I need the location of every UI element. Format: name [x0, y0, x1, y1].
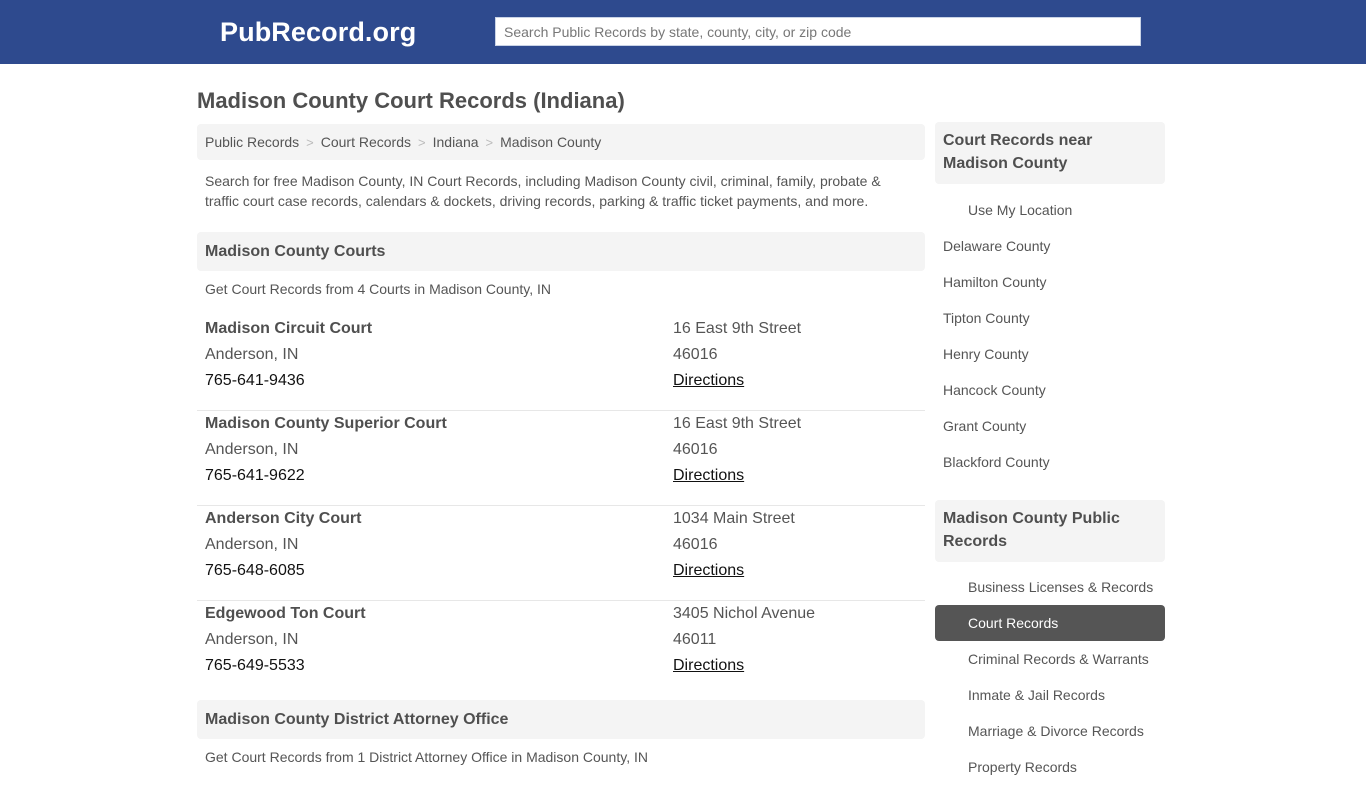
court-listing: Edgewood Ton Court Anderson, IN 765-649-… — [197, 601, 925, 696]
nearby-county-link[interactable]: Grant County — [935, 408, 1165, 444]
directions-link[interactable]: Directions — [673, 657, 744, 674]
breadcrumb: Public Records > Court Records > Indiana… — [197, 124, 925, 160]
breadcrumb-court-records[interactable]: Court Records — [321, 134, 411, 150]
court-phone[interactable]: 765-648-6085 — [205, 558, 361, 584]
sidebar-item-inmate-records[interactable]: Inmate & Jail Records — [935, 677, 1165, 713]
court-address: 3405 Nichol Avenue — [673, 605, 816, 622]
public-records-heading: Madison County Public Records — [935, 500, 1165, 562]
nearby-county-link[interactable]: Tipton County — [935, 300, 1165, 336]
sidebar-item-business-licenses[interactable]: Business Licenses & Records — [935, 569, 1165, 605]
nearby-county-link[interactable]: Blackford County — [935, 444, 1165, 480]
nearby-county-link[interactable]: Hancock County — [935, 372, 1165, 408]
court-zip: 46016 — [673, 536, 718, 553]
breadcrumb-indiana[interactable]: Indiana — [433, 134, 479, 150]
da-section-subheading: Get Court Records from 1 District Attorn… — [205, 749, 648, 765]
nearby-county-link[interactable]: Delaware County — [935, 228, 1165, 264]
page-title: Madison County Court Records (Indiana) — [197, 88, 625, 113]
sidebar-item-marriage-records[interactable]: Marriage & Divorce Records — [935, 713, 1165, 749]
breadcrumb-separator: > — [306, 134, 314, 150]
breadcrumb-separator: > — [418, 134, 426, 150]
nearby-county-link[interactable]: Henry County — [935, 336, 1165, 372]
court-address: 16 East 9th Street — [673, 415, 802, 432]
court-phone[interactable]: 765-641-9436 — [205, 368, 372, 394]
breadcrumb-separator: > — [485, 134, 494, 150]
court-zip: 46016 — [673, 346, 718, 363]
search-input[interactable] — [495, 17, 1141, 46]
court-name: Edgewood Ton Court — [205, 605, 366, 622]
top-bar: PubRecord.org — [0, 0, 1366, 64]
court-name: Madison County Superior Court — [205, 415, 447, 432]
courts-section-subheading: Get Court Records from 4 Courts in Madis… — [205, 281, 551, 297]
court-name: Madison Circuit Court — [205, 320, 373, 337]
da-section-heading: Madison County District Attorney Office — [197, 700, 925, 739]
use-my-location-link[interactable]: Use My Location — [935, 192, 1165, 228]
court-city: Anderson, IN — [205, 346, 299, 363]
court-phone[interactable]: 765-649-5533 — [205, 653, 366, 679]
courts-section-heading: Madison County Courts — [197, 232, 925, 271]
court-city: Anderson, IN — [205, 631, 299, 648]
court-listing: Madison Circuit Court Anderson, IN 765-6… — [197, 316, 925, 411]
court-listing: Madison County Superior Court Anderson, … — [197, 411, 925, 506]
court-city: Anderson, IN — [205, 441, 299, 458]
sidebar-item-criminal-records[interactable]: Criminal Records & Warrants — [935, 641, 1165, 677]
court-address: 1034 Main Street — [673, 510, 795, 527]
intro-text: Search for free Madison County, IN Court… — [205, 173, 881, 209]
directions-link[interactable]: Directions — [673, 467, 744, 484]
directions-link[interactable]: Directions — [673, 372, 744, 389]
court-address: 16 East 9th Street — [673, 320, 802, 337]
nearby-county-link[interactable]: Hamilton County — [935, 264, 1165, 300]
court-zip: 46016 — [673, 441, 718, 458]
court-phone[interactable]: 765-641-9622 — [205, 463, 447, 489]
nearby-heading: Court Records near Madison County — [935, 122, 1165, 184]
breadcrumb-public-records[interactable]: Public Records — [205, 134, 299, 150]
court-listing: Anderson City Court Anderson, IN 765-648… — [197, 506, 925, 601]
sidebar-item-court-records[interactable]: Court Records — [935, 605, 1165, 641]
breadcrumb-madison-county[interactable]: Madison County — [500, 134, 601, 150]
site-logo[interactable]: PubRecord.org — [220, 17, 416, 48]
sidebar-item-property-records[interactable]: Property Records — [935, 749, 1165, 785]
court-city: Anderson, IN — [205, 536, 299, 553]
court-name: Anderson City Court — [205, 510, 362, 527]
directions-link[interactable]: Directions — [673, 562, 744, 579]
court-zip: 46011 — [673, 631, 717, 648]
